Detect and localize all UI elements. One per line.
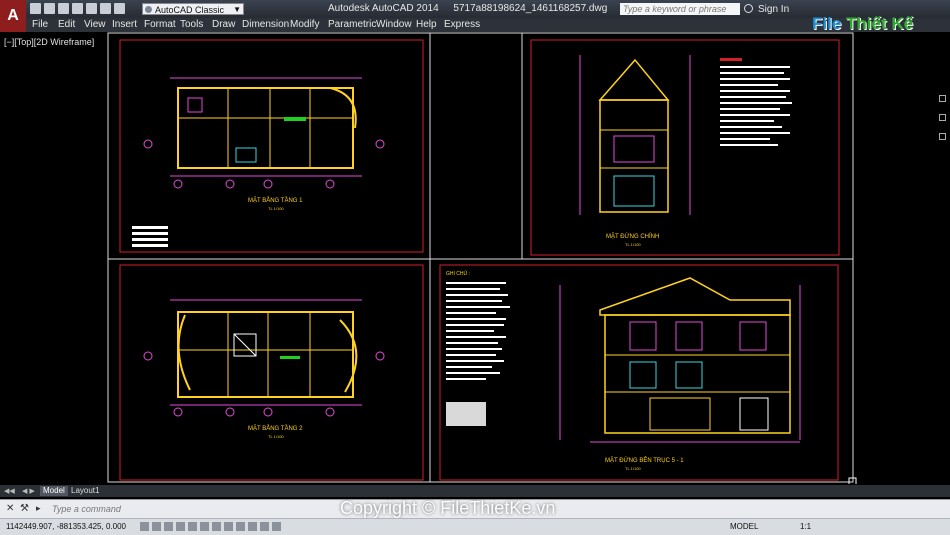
undo-icon[interactable] [100, 3, 111, 14]
status-bar: 1142449.907, -881353.425, 0.000 MODEL 1:… [0, 518, 950, 535]
workspace-select[interactable]: AutoCAD Classic ▼ [142, 3, 244, 15]
title-bar: AutoCAD Classic ▼ Autodesk AutoCAD 2014 … [0, 0, 950, 18]
model-space-toggle[interactable]: MODEL [730, 522, 758, 531]
menu-parametric[interactable]: Parametric [328, 19, 376, 30]
close-icon[interactable]: ✕ [6, 503, 14, 514]
menu-express[interactable]: Express [444, 19, 480, 30]
elev1-scale: TL 1/100 [625, 242, 641, 247]
saveas-icon[interactable] [72, 3, 83, 14]
drafting-toggles [140, 522, 281, 531]
site-logo: File Thiết Kế [812, 14, 913, 34]
redo-icon[interactable] [114, 3, 125, 14]
plot-icon[interactable] [86, 3, 97, 14]
viewport-controls[interactable]: [−][Top][2D Wireframe] [4, 37, 94, 47]
menu-format[interactable]: Format [144, 19, 176, 30]
polar-icon[interactable] [176, 522, 185, 531]
pan-icon[interactable] [939, 95, 946, 102]
layout-tab-bar: ◀◀ ◀ ▶ Model Layout1 [0, 485, 950, 497]
copyright-watermark: Copyright © FileThietKe.vn [340, 498, 556, 518]
sign-in-link[interactable]: Sign In [758, 4, 789, 15]
search-input[interactable]: Type a keyword or phrase [620, 3, 740, 15]
app-title: Autodesk AutoCAD 2014 [328, 3, 439, 14]
menu-view[interactable]: View [84, 19, 106, 30]
file-name: 5717a88198624_1461168257.dwg [453, 3, 608, 14]
qp-icon[interactable] [260, 522, 269, 531]
navigation-bar [938, 95, 948, 165]
otrack-icon[interactable] [200, 522, 209, 531]
gear-icon [145, 6, 152, 13]
workspace-label: AutoCAD Classic [155, 5, 225, 15]
menu-tools[interactable]: Tools [180, 19, 203, 30]
chevron-down-icon: ▼ [233, 5, 241, 14]
first-tab-icon[interactable]: ◀◀ [4, 487, 15, 495]
plan1-scale: TL 1/100 [268, 206, 284, 211]
plan2-scale: TL 1/100 [268, 434, 284, 439]
floor-plan-2 [143, 299, 385, 417]
sc-icon[interactable] [272, 522, 281, 531]
elev2-scale: TL 1/100 [625, 466, 641, 471]
tab-layout1[interactable]: Layout1 [68, 486, 102, 496]
command-prompt-icon: ▸ [36, 503, 41, 513]
notes-title: GHI CHÚ : [446, 270, 470, 277]
plan1-title: MẶT BẰNG TẦNG 1 [248, 196, 303, 204]
command-input[interactable]: Type a command [52, 504, 121, 514]
lweight-icon[interactable] [236, 522, 245, 531]
elevation-side [446, 277, 801, 443]
menu-help[interactable]: Help [416, 19, 437, 30]
ortho-icon[interactable] [164, 522, 173, 531]
quick-access-toolbar [30, 3, 125, 14]
search-icon[interactable] [744, 4, 753, 13]
dyn-icon[interactable] [224, 522, 233, 531]
floor-plan-1 [132, 77, 385, 247]
frame-plan2 [119, 264, 424, 481]
grid-icon[interactable] [152, 522, 161, 531]
menu-window[interactable]: Window [376, 19, 412, 30]
orbit-icon[interactable] [939, 133, 946, 140]
window-title: Autodesk AutoCAD 2014 5717a88198624_1461… [328, 3, 607, 14]
drawing-canvas[interactable]: MẶT BẰNG TẦNG 1 TL 1/100 MẶT ĐỨNG CHÍNH … [0, 32, 950, 486]
menu-file[interactable]: File [32, 19, 48, 30]
elevation-front [579, 55, 792, 215]
logo-part-1: File [812, 14, 847, 33]
frame-plan1 [119, 39, 424, 253]
annotation-scale[interactable]: 1:1 [800, 522, 811, 531]
menu-modify[interactable]: Modify [290, 19, 319, 30]
snap-icon[interactable] [140, 522, 149, 531]
elev1-title: MẶT ĐỨNG CHÍNH [606, 233, 659, 240]
menu-dimension[interactable]: Dimension [242, 19, 289, 30]
osnap-icon[interactable] [188, 522, 197, 531]
logo-part-2: Thiết Kế [846, 14, 914, 33]
frame-elev1 [530, 39, 840, 256]
menu-insert[interactable]: Insert [112, 19, 137, 30]
zoom-icon[interactable] [939, 114, 946, 121]
save-icon[interactable] [58, 3, 69, 14]
coordinate-readout: 1142449.907, -881353.425, 0.000 [6, 522, 126, 531]
wrench-icon[interactable]: ⚒ [20, 503, 29, 514]
open-icon[interactable] [44, 3, 55, 14]
drawing-svg: MẶT BẰNG TẦNG 1 TL 1/100 MẶT ĐỨNG CHÍNH … [107, 32, 857, 486]
tab-model[interactable]: Model [40, 486, 68, 496]
new-icon[interactable] [30, 3, 41, 14]
plan2-title: MẶT BẰNG TẦNG 2 [248, 424, 303, 432]
autocad-logo-icon: A [7, 7, 19, 24]
app-menu-button[interactable]: A [0, 0, 26, 32]
menu-draw[interactable]: Draw [212, 19, 235, 30]
menu-edit[interactable]: Edit [58, 19, 75, 30]
ducs-icon[interactable] [212, 522, 221, 531]
prev-tab-icon[interactable]: ◀ ▶ [22, 487, 35, 495]
tpy-icon[interactable] [248, 522, 257, 531]
elev2-title: MẶT ĐỨNG BÊN TRỤC 5 - 1 [605, 456, 684, 464]
